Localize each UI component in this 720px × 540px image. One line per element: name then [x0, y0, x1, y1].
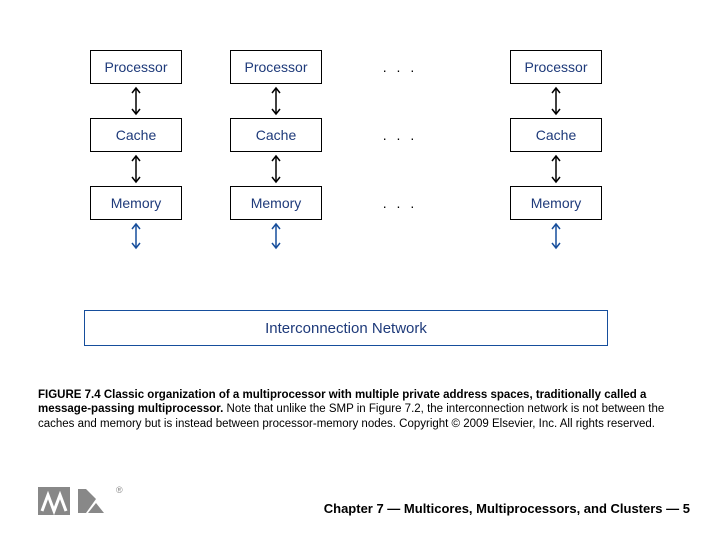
- ellipsis-column: . . . . . . . . .: [380, 50, 420, 220]
- bidir-arrow-icon: [555, 222, 557, 250]
- multiprocessor-diagram: Processor Cache Memory Processor Cache M…: [90, 50, 630, 360]
- memory-box: Memory: [230, 186, 322, 220]
- memory-box: Memory: [510, 186, 602, 220]
- bidir-arrow-icon: [555, 86, 557, 116]
- bidir-arrow-icon: [275, 222, 277, 250]
- cache-box: Cache: [510, 118, 602, 152]
- slide-footer: ® Chapter 7 — Multicores, Multiprocessor…: [0, 480, 720, 530]
- interconnect-box: Interconnection Network: [84, 310, 608, 346]
- processor-box: Processor: [90, 50, 182, 84]
- bidir-arrow-icon: [135, 154, 137, 184]
- node-column-1: Processor Cache Memory: [90, 50, 182, 252]
- bidir-arrow-icon: [555, 154, 557, 184]
- bidir-arrow-icon: [135, 222, 137, 250]
- ellipsis-icon: . . .: [380, 118, 420, 152]
- publisher-logo-icon: ®: [38, 481, 128, 526]
- bidir-arrow-icon: [275, 154, 277, 184]
- ellipsis-icon: . . .: [380, 186, 420, 220]
- processor-box: Processor: [230, 50, 322, 84]
- ellipsis-icon: . . .: [380, 50, 420, 84]
- cache-box: Cache: [90, 118, 182, 152]
- bidir-arrow-icon: [135, 86, 137, 116]
- memory-box: Memory: [90, 186, 182, 220]
- chapter-footer-text: Chapter 7 — Multicores, Multiprocessors,…: [324, 501, 690, 516]
- bidir-arrow-icon: [275, 86, 277, 116]
- svg-text:®: ®: [116, 485, 123, 495]
- figure-caption: FIGURE 7.4 Classic organization of a mul…: [38, 388, 682, 431]
- cache-box: Cache: [230, 118, 322, 152]
- processor-box: Processor: [510, 50, 602, 84]
- node-column-2: Processor Cache Memory: [230, 50, 322, 252]
- node-column-n: Processor Cache Memory: [510, 50, 602, 252]
